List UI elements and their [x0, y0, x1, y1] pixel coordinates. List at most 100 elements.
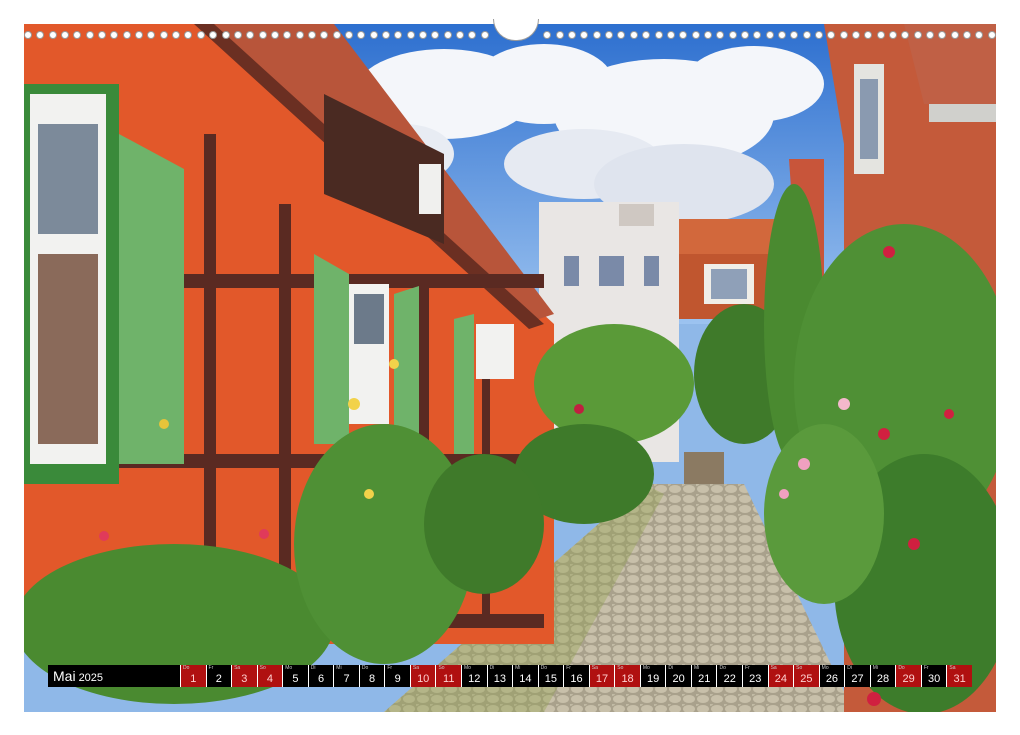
calendar-strip: Mai 2025 Do 1 Fr 2 Sa 3 So 4 Mo 5 Di 6 Mi 7 Do 8 Fr 9 Sa 10 S…: [48, 665, 972, 687]
day-cell: Sa 10: [409, 665, 436, 687]
day-number: 10: [417, 673, 430, 685]
day-number: 25: [800, 673, 813, 685]
weekday-abbr: Sa: [770, 665, 777, 671]
month-name: Mai: [53, 668, 76, 684]
day-cell: So 25: [793, 665, 819, 687]
day-number: 5: [292, 673, 299, 685]
year: 2025: [78, 672, 104, 684]
day-number: 17: [595, 673, 609, 685]
day-cell: Mi 21: [690, 665, 717, 687]
day-cell: Di 27: [844, 665, 870, 687]
weekday-abbr: Di: [847, 665, 852, 671]
calendar-photo: [24, 24, 996, 712]
day-cell: Do 15: [537, 665, 564, 687]
weekday-abbr: Do: [540, 665, 548, 671]
day-cell: Sa 31: [946, 665, 972, 687]
day-cell: Fr 23: [742, 665, 768, 687]
weekday-abbr: Mi: [515, 665, 521, 671]
day-cell: Fr 16: [563, 665, 589, 687]
day-number: 12: [468, 673, 481, 685]
day-cell: Fr 2: [205, 665, 232, 687]
weekday-abbr: So: [438, 665, 445, 671]
weekday-abbr: Sa: [412, 665, 420, 671]
day-number: 27: [851, 673, 864, 685]
weekday-abbr: Di: [489, 665, 495, 671]
day-cell: So 18: [614, 665, 640, 687]
weekday-abbr: Di: [310, 665, 316, 671]
day-number: 9: [394, 673, 401, 685]
weekday-abbr: Fr: [387, 665, 393, 671]
day-number: 23: [749, 673, 762, 685]
day-number: 29: [902, 673, 915, 685]
day-cell: So 4: [256, 665, 283, 687]
day-cell: Di 13: [486, 665, 513, 687]
day-number: 3: [241, 673, 248, 685]
day-number: 11: [443, 673, 455, 685]
weekday-abbr: Sa: [591, 665, 598, 671]
day-cell: Mo 5: [282, 665, 308, 687]
day-cell: Sa 17: [588, 665, 615, 687]
weekday-abbr: Fr: [745, 665, 750, 671]
day-number: 24: [774, 673, 787, 685]
weekday-abbr: Mi: [693, 665, 700, 671]
day-number: 26: [825, 673, 839, 685]
weekday-abbr: Do: [898, 665, 905, 671]
weekday-abbr: Fr: [566, 665, 571, 671]
day-cell: Fr 30: [920, 665, 947, 687]
day-number: 7: [343, 673, 350, 685]
day-cell: So 11: [435, 665, 462, 687]
day-cell: Mi 14: [512, 665, 538, 687]
day-cell: Do 8: [358, 665, 385, 687]
weekday-abbr: Mo: [464, 665, 471, 671]
weekday-abbr: Do: [719, 665, 726, 671]
day-number: 6: [317, 673, 325, 685]
cobblestone-alley-photo: [24, 24, 996, 712]
day-cell: Mo 12: [461, 665, 487, 687]
day-cell: Do 22: [716, 665, 743, 687]
weekday-abbr: Di: [668, 665, 674, 671]
weekday-abbr: So: [259, 665, 266, 671]
day-number: 18: [621, 673, 634, 685]
day-number: 28: [876, 673, 890, 685]
day-number: 22: [723, 673, 736, 685]
weekday-abbr: Do: [183, 665, 190, 671]
day-number: 14: [519, 673, 532, 685]
day-cells: Do 1 Fr 2 Sa 3 So 4 Mo 5 Di 6 Mi 7 Do 8 Fr 9 Sa 10 So 11 Mo 12 D…: [180, 665, 972, 687]
day-cell: Do 1: [180, 665, 206, 687]
weekday-abbr: So: [617, 665, 624, 671]
weekday-abbr: Mo: [285, 665, 293, 671]
gate: [684, 452, 724, 488]
day-number: 13: [493, 673, 506, 685]
day-cell: Mo 19: [639, 665, 666, 687]
weekday-abbr: So: [796, 665, 803, 671]
weekday-abbr: Mo: [642, 665, 650, 671]
weekday-abbr: Mi: [336, 665, 342, 671]
day-number: 20: [672, 673, 685, 685]
day-cell: Fr 9: [384, 665, 410, 687]
day-cell: Mo 26: [818, 665, 845, 687]
day-cell: Sa 3: [231, 665, 257, 687]
day-number: 21: [698, 673, 711, 685]
day-cell: Di 6: [307, 665, 334, 687]
day-number: 19: [646, 673, 660, 685]
weekday-abbr: Sa: [949, 665, 956, 671]
day-cell: Mi 28: [869, 665, 896, 687]
day-number: 8: [369, 673, 376, 685]
day-number: 15: [544, 673, 558, 685]
day-number: 30: [928, 673, 941, 685]
month-label: Mai 2025: [48, 665, 180, 687]
weekday-abbr: Do: [361, 665, 369, 671]
calendar-page: Mai 2025 Do 1 Fr 2 Sa 3 So 4 Mo 5 Di 6 Mi 7 Do 8 Fr 9 Sa 10 S…: [0, 0, 1020, 735]
weekday-abbr: Mo: [821, 665, 829, 671]
day-number: 2: [215, 673, 222, 685]
day-number: 4: [266, 673, 273, 685]
day-number: 1: [190, 673, 197, 685]
weekday-abbr: Mi: [872, 665, 879, 671]
weekday-abbr: Sa: [234, 665, 241, 671]
day-cell: Mi 7: [333, 665, 359, 687]
day-cell: Sa 24: [767, 665, 794, 687]
day-number: 31: [953, 673, 966, 685]
day-cell: Do 29: [895, 665, 921, 687]
weekday-abbr: Fr: [208, 665, 214, 671]
day-number: 16: [570, 673, 583, 685]
